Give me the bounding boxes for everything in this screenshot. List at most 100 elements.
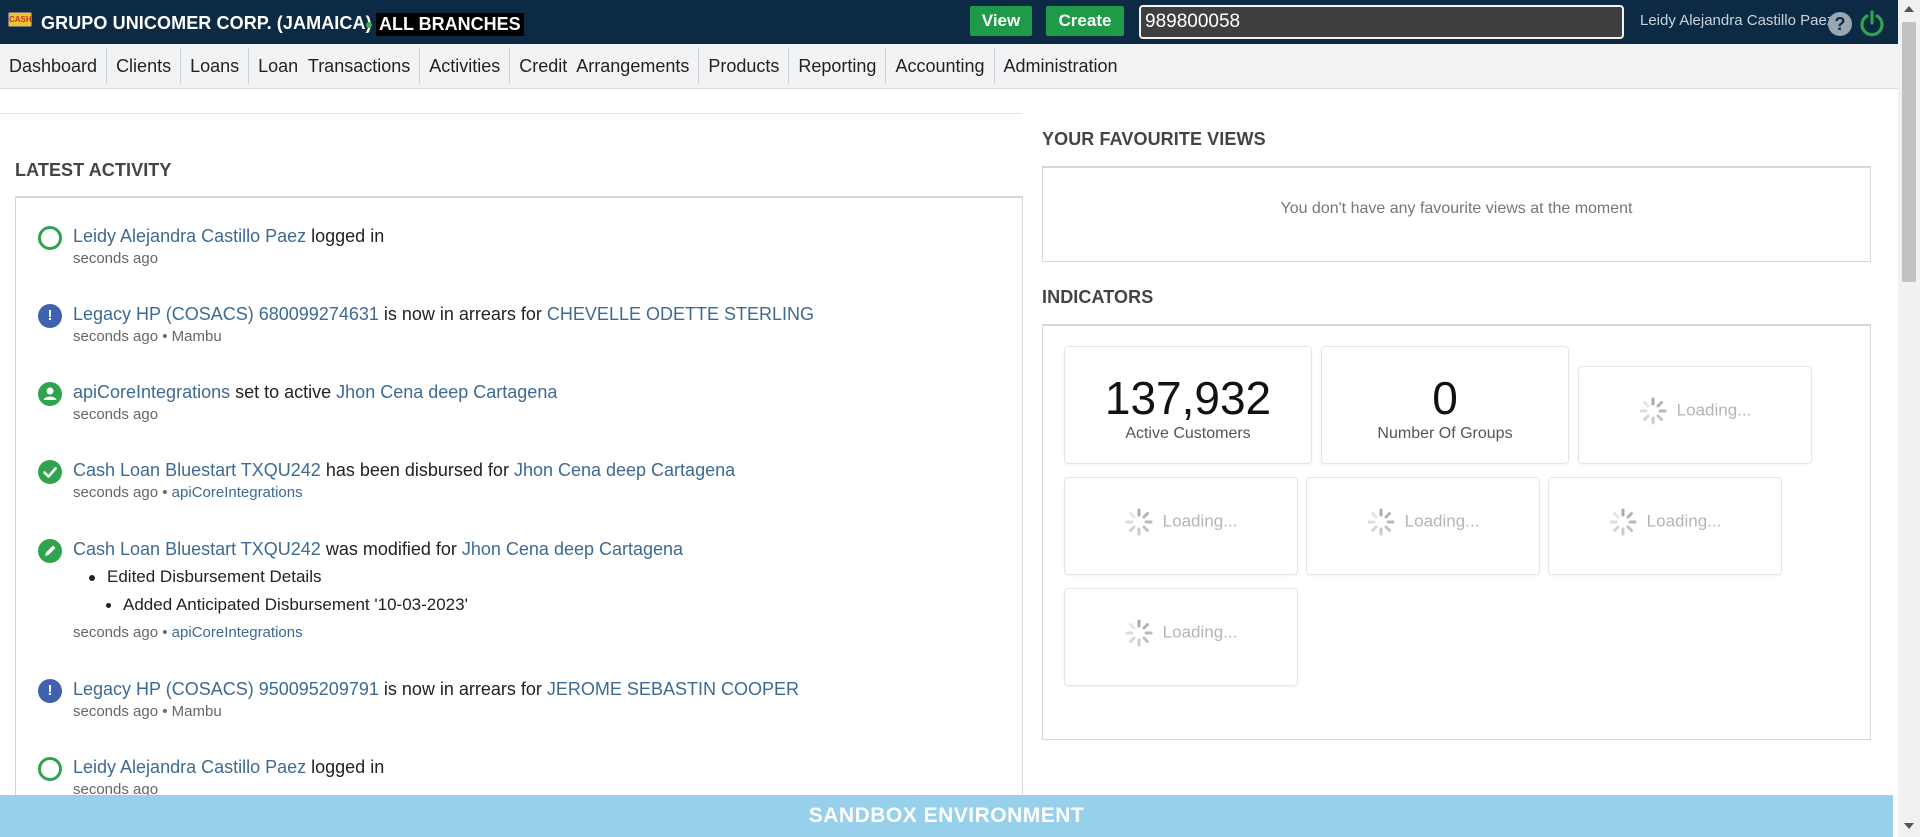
activity-time: seconds ago (73, 250, 159, 267)
alert-icon: ! (38, 679, 62, 703)
latest-activity-heading: LATEST ACTIVITY (15, 160, 172, 180)
loading-text: Loading... (1646, 511, 1722, 531)
spinner-icon (1639, 397, 1667, 425)
scrollbar-thumb[interactable] (1902, 22, 1916, 282)
activity-client-link[interactable]: JEROME SEBASTIN COOPER (547, 679, 799, 699)
activity-loan-link[interactable]: Legacy HP (COSACS) 950095209791 (73, 679, 379, 699)
indicator-active-customers[interactable]: 137,932 Active Customers (1064, 346, 1312, 464)
scroll-down-arrow-icon[interactable] (1904, 823, 1914, 829)
nav-reporting[interactable]: Reporting (789, 48, 887, 84)
activity-feed[interactable]: Leidy Alejandra Castillo Paez logged in … (15, 196, 1023, 837)
indicator-label: Number Of Groups (1377, 425, 1513, 442)
sandbox-environment-banner: SANDBOX ENVIRONMENT (0, 795, 1893, 837)
edit-pencil-icon (38, 539, 62, 563)
nav-credit-arrangements[interactable]: Credit Arrangements (510, 48, 700, 84)
top-header: CASH GRUPO UNICOMER CORP. (JAMAICA) ALL … (0, 0, 1898, 44)
activity-desc: is now in arrears for (378, 304, 547, 324)
favourite-views-panel: You don't have any favourite views at th… (1042, 166, 1871, 262)
activity-user-link[interactable]: Leidy Alejandra Castillo Paez (73, 757, 306, 777)
meta-separator: • (158, 703, 172, 720)
activity-desc: was modified for (320, 539, 462, 559)
nav-products[interactable]: Products (699, 48, 790, 84)
spinner-icon (1609, 508, 1637, 536)
activity-source: Mambu (171, 703, 222, 720)
activity-loan-link[interactable]: Cash Loan Bluestart TXQU242 (73, 460, 321, 480)
power-icon (38, 757, 62, 781)
indicator-loading: Loading... (1306, 477, 1540, 575)
activity-time: seconds ago (73, 328, 159, 345)
activity-meta: seconds ago • apiCoreIntegrations (73, 624, 303, 641)
activity-source-link[interactable]: apiCoreIntegrations (172, 484, 303, 501)
activity-client-link[interactable]: Jhon Cena deep Cartagena (462, 539, 683, 559)
indicator-value: 137,932 (1104, 372, 1272, 424)
nav-clients[interactable]: Clients (107, 48, 182, 84)
activity-desc: has been disbursed for (320, 460, 514, 480)
activity-text: Leidy Alejandra Castillo Paez logged in (73, 757, 384, 778)
nav-loans[interactable]: Loans (181, 48, 250, 84)
activity-user-link[interactable]: apiCoreIntegrations (73, 382, 230, 402)
bullet (106, 603, 111, 609)
favourite-views-heading: YOUR FAVOURITE VIEWS (1042, 129, 1266, 149)
activity-desc: is now in arrears for (378, 679, 547, 699)
activity-time: seconds ago (73, 406, 159, 423)
scroll-up-arrow-icon[interactable] (1904, 6, 1914, 12)
activity-text: Leidy Alejandra Castillo Paez logged in (73, 226, 384, 247)
indicator-loading: Loading... (1064, 588, 1298, 686)
indicator-number-of-groups[interactable]: 0 Number Of Groups (1321, 346, 1569, 464)
activity-meta: seconds ago • Mambu (73, 703, 222, 720)
view-button[interactable]: View (970, 6, 1032, 36)
activity-loan-link[interactable]: Legacy HP (COSACS) 680099274631 (73, 304, 379, 324)
indicator-label: Active Customers (1125, 425, 1251, 442)
activity-time: seconds ago (73, 624, 159, 641)
page-scrollbar[interactable] (1898, 0, 1920, 837)
activity-source-link[interactable]: apiCoreIntegrations (172, 624, 303, 641)
alert-icon: ! (38, 304, 62, 328)
change-sub-detail: Added Anticipated Disbursement '10-03-20… (106, 595, 468, 615)
help-icon[interactable]: ? (1828, 12, 1852, 36)
activity-client-link[interactable]: CHEVELLE ODETTE STERLING (547, 304, 814, 324)
activity-text: Legacy HP (COSACS) 680099274631 is now i… (73, 304, 814, 325)
loading-text: Loading... (1676, 400, 1752, 420)
company-logo[interactable]: CASH (8, 12, 32, 27)
nav-activities[interactable]: Activities (420, 48, 511, 84)
activity-client-link[interactable]: Jhon Cena deep Cartagena (336, 382, 557, 402)
indicator-loading: Loading... (1578, 366, 1812, 464)
meta-separator: • (158, 624, 172, 641)
loading-indicator: Loading... (1065, 619, 1297, 647)
spinner-icon (1367, 508, 1395, 536)
logout-power-icon[interactable] (1858, 9, 1886, 37)
activity-meta: seconds ago • Mambu (73, 328, 222, 345)
indicator-loading: Loading... (1548, 477, 1782, 575)
favourite-views-empty-message: You don't have any favourite views at th… (1280, 200, 1633, 217)
change-detail-text: Edited Disbursement Details (107, 567, 322, 586)
nav-accounting[interactable]: Accounting (886, 48, 995, 84)
user-menu[interactable]: Leidy Alejandra Castillo Paez (1640, 12, 1834, 29)
activity-desc: logged in (306, 757, 385, 777)
loading-indicator: Loading... (1549, 508, 1781, 536)
activity-text: Cash Loan Bluestart TXQU242 was modified… (73, 539, 683, 560)
activity-client-link[interactable]: Jhon Cena deep Cartagena (514, 460, 735, 480)
loading-indicator: Loading... (1307, 508, 1539, 536)
activity-loan-link[interactable]: Cash Loan Bluestart TXQU242 (73, 539, 321, 559)
loading-text: Loading... (1162, 511, 1238, 531)
branch-selector[interactable]: ALL BRANCHES (376, 13, 524, 36)
bullet (89, 574, 95, 581)
loading-text: Loading... (1162, 622, 1238, 642)
change-detail: Edited Disbursement Details (89, 567, 321, 587)
check-icon (38, 460, 62, 484)
activity-time: seconds ago (73, 484, 159, 501)
nav-loan-transactions[interactable]: Loan Transactions (249, 48, 421, 84)
indicators-heading: INDICATORS (1042, 287, 1154, 307)
organization-name[interactable]: GRUPO UNICOMER CORP. (JAMAICA) (41, 13, 372, 34)
activity-user-link[interactable]: Leidy Alejandra Castillo Paez (73, 226, 306, 246)
change-sub-detail-text: Added Anticipated Disbursement '10-03-20… (123, 595, 468, 614)
indicators-panel: 137,932 Active Customers 0 Number Of Gro… (1042, 324, 1871, 740)
search-input[interactable] (1139, 5, 1624, 39)
create-button[interactable]: Create (1046, 6, 1124, 36)
spinner-icon (1125, 508, 1153, 536)
divider (0, 113, 1022, 114)
activity-desc: logged in (306, 226, 385, 246)
activity-text: Legacy HP (COSACS) 950095209791 is now i… (73, 679, 799, 700)
nav-dashboard[interactable]: Dashboard (0, 48, 108, 84)
nav-administration[interactable]: Administration (995, 48, 1127, 84)
